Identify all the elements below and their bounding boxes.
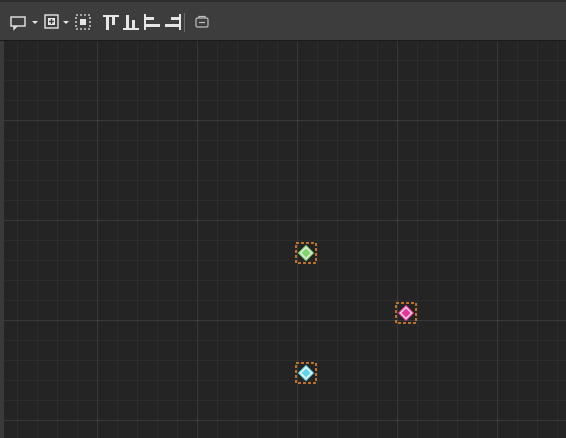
snapshot-icon [195,15,209,28]
node-diamond-icon [295,362,317,384]
align-bottom-button[interactable] [121,11,141,33]
align-top-icon [103,15,119,30]
graph-node-green[interactable] [295,242,317,264]
select-all-button[interactable] [74,11,94,33]
select-all-icon [75,14,91,30]
comment-icon [10,16,38,31]
graph-node-cyan[interactable] [295,362,317,384]
node-diamond-icon [395,302,417,324]
graph-node-magenta[interactable] [395,302,417,324]
canvas-left-border [0,41,4,438]
comment-button[interactable] [9,11,39,33]
snapshot-button[interactable] [192,11,212,33]
align-top-button[interactable] [101,11,121,33]
align-left-button[interactable] [142,11,162,33]
align-bottom-icon [123,15,139,30]
graph-editor [0,0,566,438]
add-frame-button[interactable] [43,11,71,33]
node-diamond-icon [295,242,317,264]
add-frame-icon [44,14,69,29]
chevron-down-icon [32,21,38,24]
align-right-button[interactable] [163,11,183,33]
align-right-icon [165,14,181,30]
align-left-icon [144,14,160,30]
toolbar [0,0,566,41]
toolbar-separator [184,13,185,32]
graph-canvas[interactable] [0,41,566,438]
